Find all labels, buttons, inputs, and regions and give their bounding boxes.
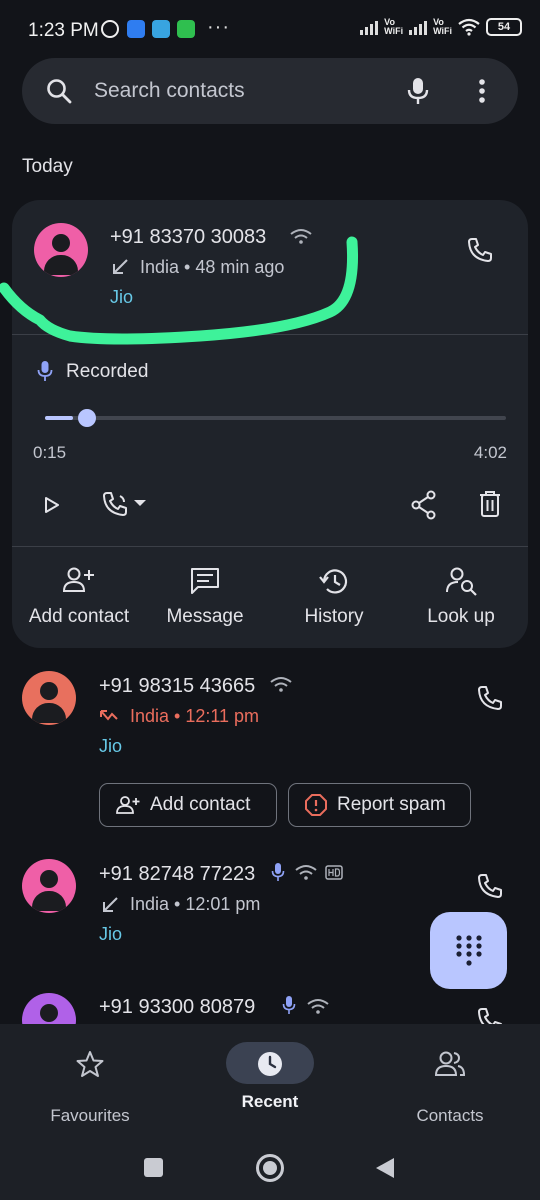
chip-label: Add contact [150,794,251,815]
action-label: Look up [427,606,495,627]
more-notifications-icon: ··· [207,16,230,38]
divider [12,546,528,547]
add-contact-action[interactable]: Add contact [14,562,144,642]
messenger-icon [127,20,145,38]
wifi-icon [458,18,480,36]
search-input[interactable]: Search contacts [94,79,245,103]
wifi-call-icon [270,677,292,692]
dialpad-button[interactable] [430,912,507,989]
recorded-mic-icon [37,361,53,381]
report-spam-chip[interactable]: Report spam [288,783,471,827]
recorded-mic-icon [271,863,285,881]
look-up-action[interactable]: Look up [396,562,526,642]
signal-icon [409,19,428,35]
phone-icon[interactable] [476,1006,504,1024]
recorded-label: Recorded [66,361,149,382]
status-bar: 1:23 PM ··· Vo WiFi Vo WiFi 54 [0,0,540,60]
dialpad-icon [456,935,482,966]
home-system-button[interactable] [256,1154,284,1182]
alarm-icon [101,20,119,38]
action-label: Add contact [28,606,130,627]
playback-progress [45,416,73,420]
nav-item-recent[interactable]: Recent [190,1092,350,1112]
microphone-icon[interactable] [406,76,430,106]
carrier-label: Jio [99,924,123,944]
battery-icon: 54 [486,18,522,36]
phone-icon[interactable] [476,872,504,900]
incoming-call-icon [103,897,118,912]
phone-icon[interactable] [466,236,494,264]
playback-slider[interactable] [45,409,506,427]
clock-icon [258,1052,282,1076]
wifi-call-icon [295,865,317,880]
back-system-button[interactable] [374,1156,396,1180]
signal-icon [360,19,379,35]
add-contact-chip[interactable]: Add contact [99,783,277,827]
avatar [22,993,76,1024]
add-person-icon [116,796,140,814]
vowifi-wifi: WiFi [433,26,452,36]
more-options-icon[interactable] [478,78,486,104]
person-search-icon [446,567,477,596]
play-icon[interactable] [44,496,60,514]
chip-label: Report spam [337,794,446,815]
status-right: Vo WiFi Vo WiFi 54 [360,18,522,36]
call-meta: India • 12:01 pm [130,894,261,914]
recorded-mic-icon [282,996,296,1014]
call-number: +91 93300 80879 [99,996,256,1018]
wifi-call-icon [307,999,329,1014]
vowifi-badge: Vo WiFi [433,18,452,36]
nav-label: Contacts [416,1106,484,1125]
avatar [22,859,76,913]
call-number: +91 82748 77223 [99,863,256,885]
share-icon[interactable] [410,490,438,520]
bottom-navigation: Favourites Recent Contacts [0,1024,540,1200]
star-icon [76,1051,104,1077]
search-bar[interactable]: Search contacts [22,58,518,124]
nav-item-recent-indicator[interactable] [226,1042,314,1084]
message-action[interactable]: Message [140,562,270,642]
report-icon [305,794,327,816]
people-icon [434,1051,466,1076]
search-icon [47,79,72,104]
hd-voice-icon [325,865,343,880]
avatar [22,671,76,725]
carrier-label: Jio [99,736,123,756]
audio-route-icon[interactable] [102,490,148,520]
missed-call-icon [100,710,118,721]
call-number: +91 98315 43665 [99,675,256,697]
highlight-annotation [0,236,358,345]
telegram-icon [152,20,170,38]
delete-icon[interactable] [478,490,502,518]
call-log-item[interactable]: +91 98315 43665 India • 12:11 pm Jio Add… [0,662,540,838]
playback-duration: 4:02 [473,443,507,462]
message-icon [191,568,219,594]
whatsapp-icon [177,20,195,38]
playback-current-time: 0:15 [33,443,67,462]
vowifi-wifi: WiFi [384,26,404,36]
recents-system-button[interactable] [144,1158,163,1177]
nav-label: Favourites [50,1106,130,1125]
action-label: History [304,606,364,627]
action-label: Message [166,606,244,627]
vowifi-badge: Vo WiFi [384,18,403,36]
phone-icon[interactable] [476,684,504,712]
history-icon [319,569,348,594]
history-action[interactable]: History [269,562,399,642]
nav-item-favourites[interactable]: Favourites [10,1038,170,1134]
call-meta: India • 12:11 pm [130,706,260,726]
status-time: 1:23 PM [28,20,99,41]
nav-item-contacts[interactable]: Contacts [370,1038,530,1134]
section-header-today: Today [22,156,73,177]
playback-thumb[interactable] [77,409,96,427]
add-person-icon [62,567,94,592]
